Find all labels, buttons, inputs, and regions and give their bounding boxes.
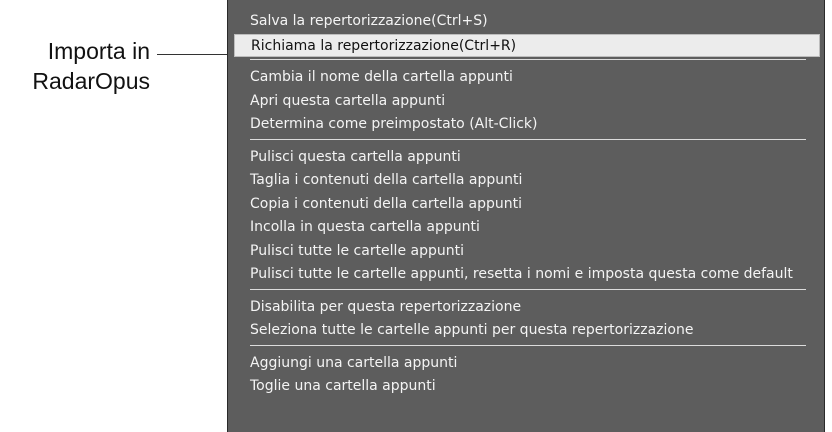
menu-item-set-default[interactable]: Determina come preimpostato (Alt-Click) bbox=[228, 113, 824, 137]
menu-item-cut-clipboard[interactable]: Taglia i contenuti della cartella appunt… bbox=[228, 169, 824, 193]
menu-item-save-repertorization[interactable]: Salva la repertorizzazione(Ctrl+S) bbox=[228, 10, 824, 34]
menu-item-remove-clipboard[interactable]: Toglie una cartella appunti bbox=[228, 375, 824, 399]
menu-item-disable-repertorization[interactable]: Disabilita per questa repertorizzazione bbox=[228, 296, 824, 320]
screenshot-stage: Importa in RadarOpus Salva la repertoriz… bbox=[0, 0, 832, 432]
callout-pointer-line bbox=[157, 54, 227, 55]
context-menu: Salva la repertorizzazione(Ctrl+S) Richi… bbox=[227, 0, 825, 432]
menu-item-clear-clipboard[interactable]: Pulisci questa cartella appunti bbox=[228, 146, 824, 170]
menu-item-add-clipboard[interactable]: Aggiungi una cartella appunti bbox=[228, 352, 824, 376]
menu-separator bbox=[228, 137, 824, 146]
menu-item-copy-clipboard[interactable]: Copia i contenuti della cartella appunti bbox=[228, 193, 824, 217]
menu-item-clear-all-clipboards[interactable]: Pulisci tutte le cartelle appunti bbox=[228, 240, 824, 264]
menu-item-open-clipboard[interactable]: Apri questa cartella appunti bbox=[228, 90, 824, 114]
menu-item-rename-clipboard[interactable]: Cambia il nome della cartella appunti bbox=[228, 66, 824, 90]
menu-item-clear-all-reset[interactable]: Pulisci tutte le cartelle appunti, reset… bbox=[228, 263, 824, 287]
menu-separator bbox=[228, 57, 824, 66]
callout-line-2: RadarOpus bbox=[32, 68, 150, 94]
menu-item-paste-clipboard[interactable]: Incolla in questa cartella appunti bbox=[228, 216, 824, 240]
menu-separator bbox=[228, 343, 824, 352]
menu-item-select-all-clipboards[interactable]: Seleziona tutte le cartelle appunti per … bbox=[228, 319, 824, 343]
menu-item-recall-repertorization[interactable]: Richiama la repertorizzazione(Ctrl+R) bbox=[234, 33, 820, 57]
callout-line-1: Importa in bbox=[47, 38, 150, 64]
menu-separator bbox=[228, 287, 824, 296]
callout-label: Importa in RadarOpus bbox=[24, 36, 150, 96]
